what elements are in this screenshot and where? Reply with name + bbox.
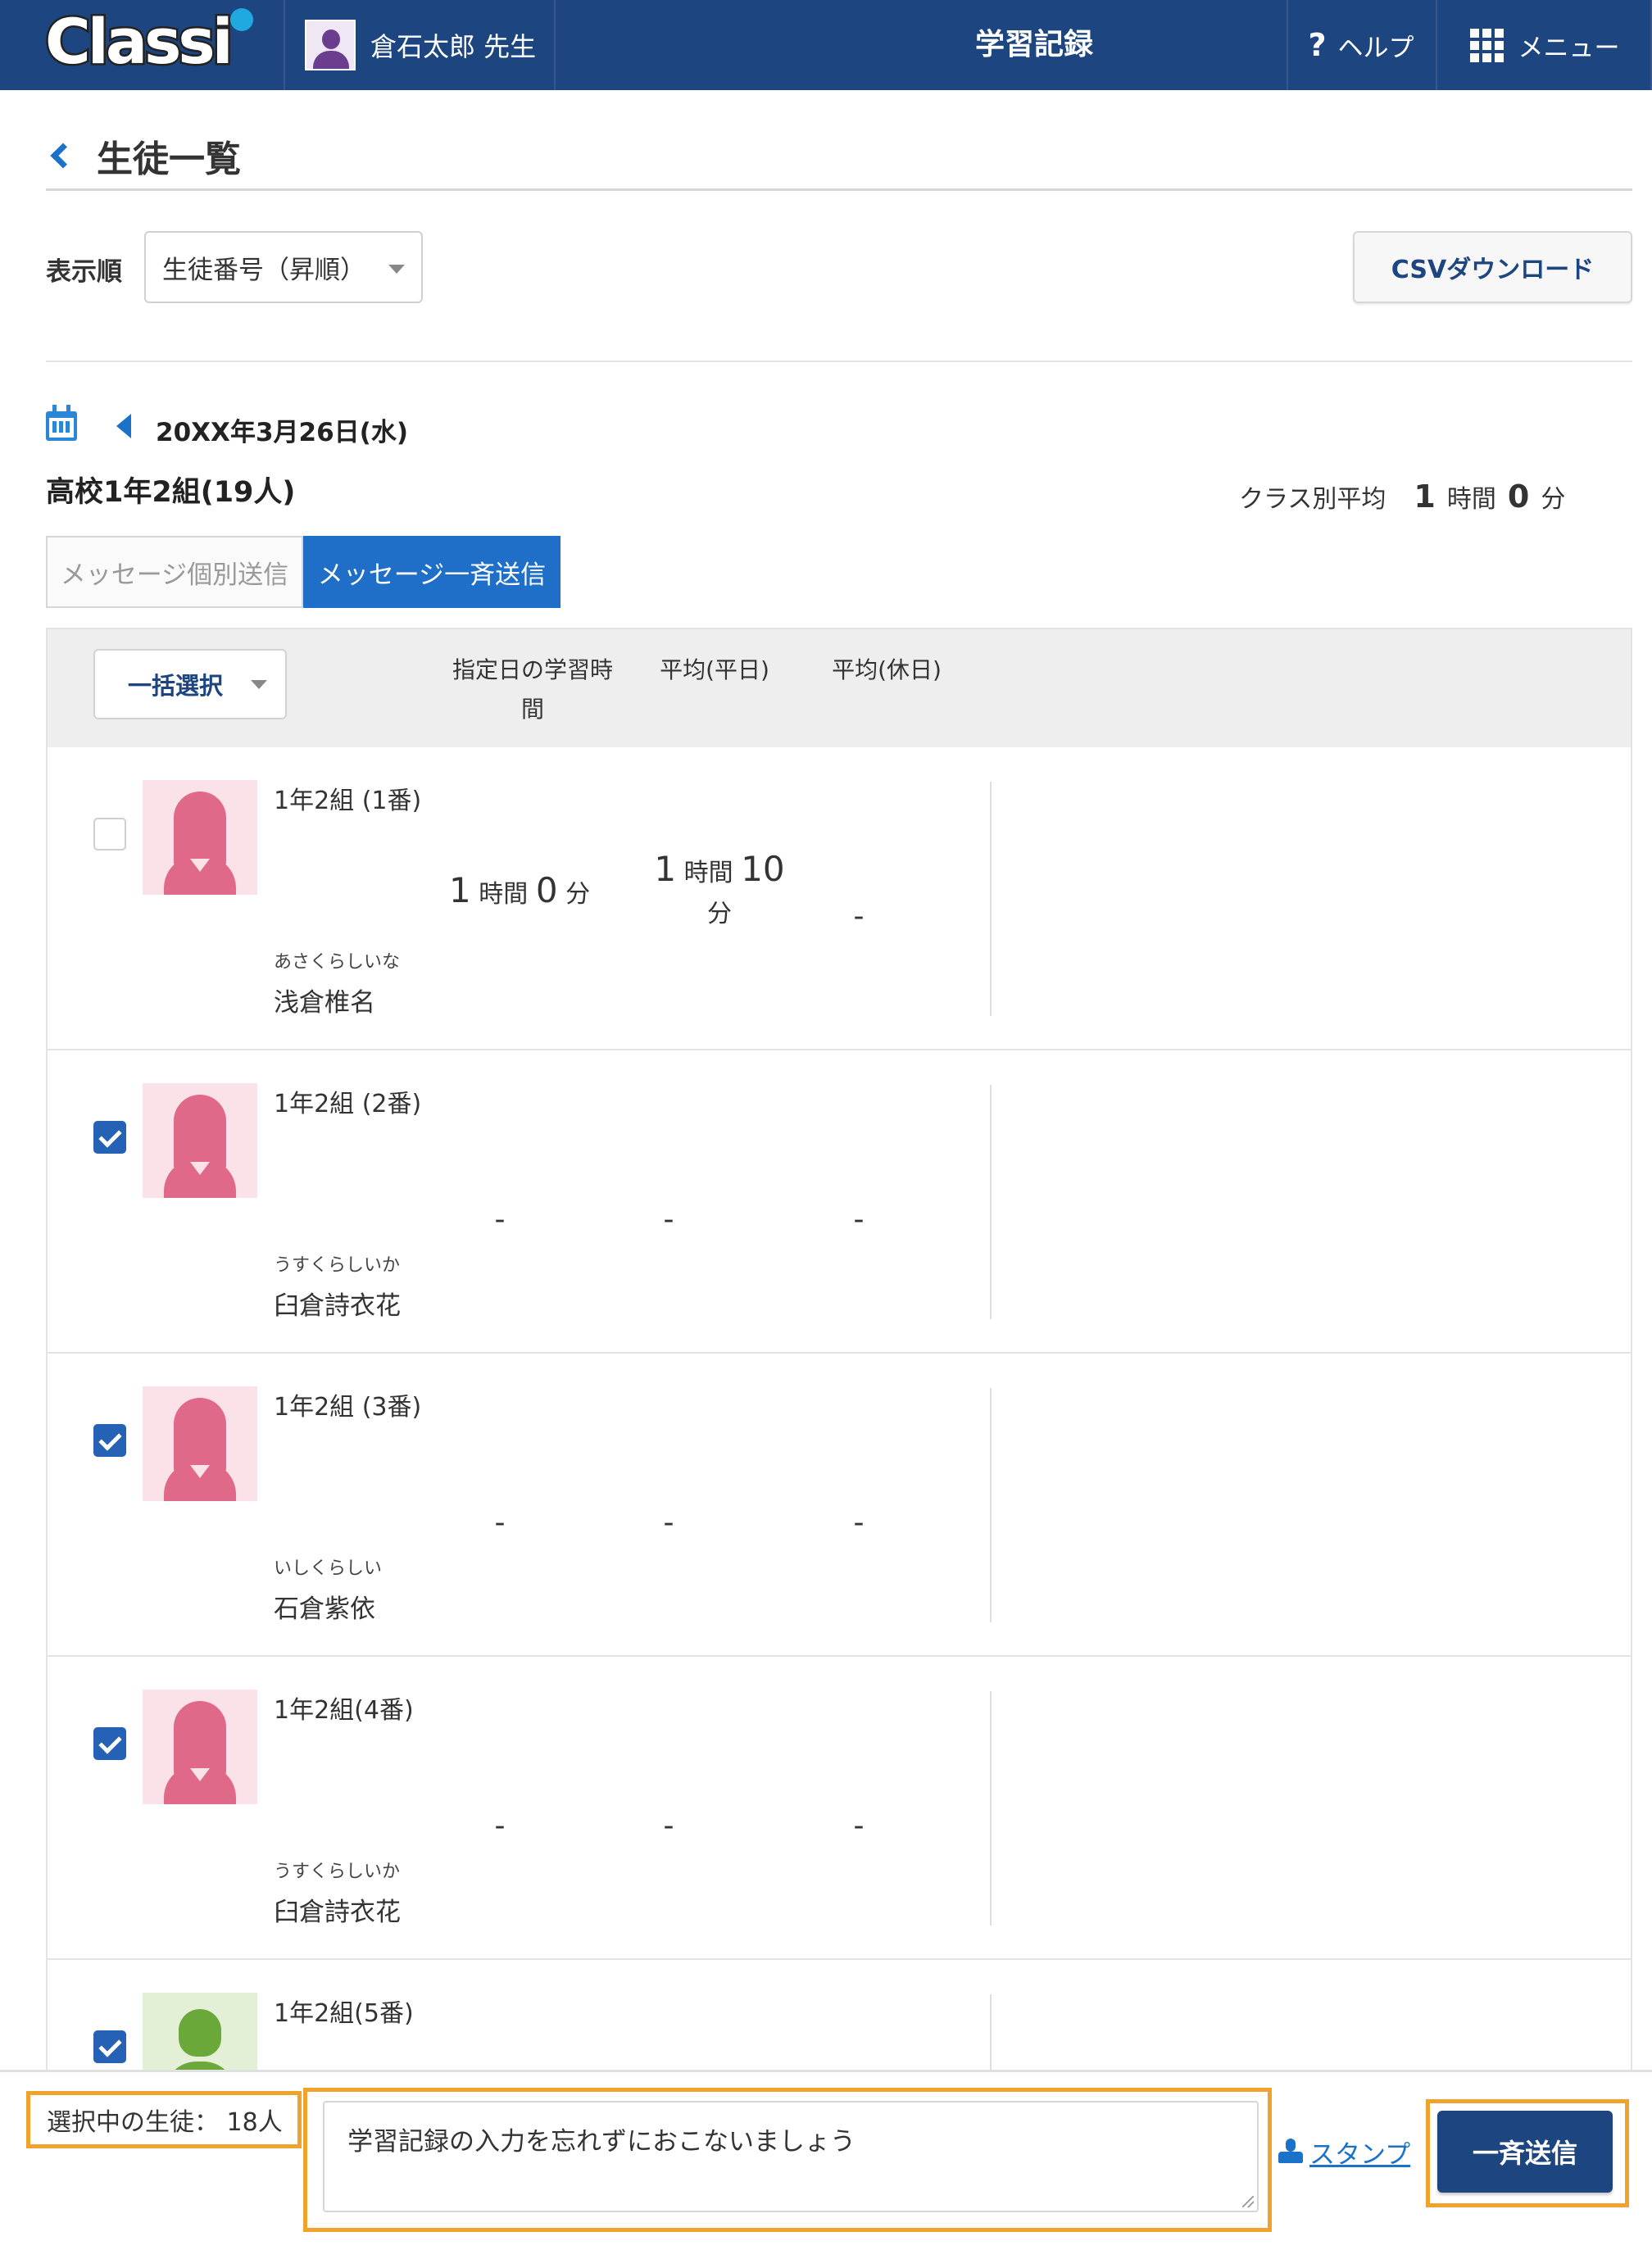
- top-header: Classi 倉石太郎 先生 学習記録 ? ヘルプ メニュー: [0, 0, 1652, 90]
- current-user[interactable]: 倉石太郎 先生: [305, 20, 536, 70]
- holiday-average-time: -: [853, 900, 865, 933]
- student-name: 浅倉椎名: [274, 988, 375, 1018]
- chevron-left-icon[interactable]: [50, 143, 76, 169]
- day-study-time: -: [494, 1809, 506, 1843]
- student-class: 1年2組 (2番): [274, 1090, 422, 1118]
- student-checkbox-checked[interactable]: [93, 1727, 126, 1760]
- table-row[interactable]: 1年2組(4番) うすくらしいか 臼倉詩衣花 - - -: [46, 1657, 1632, 1960]
- table-header: 一括選択 指定日の学習時間 平均(平日) 平均(休日): [46, 628, 1632, 749]
- student-name: 臼倉詩衣花: [274, 1898, 401, 1927]
- resize-handle-icon[interactable]: [1242, 2196, 1254, 2207]
- student-checkbox-checked[interactable]: [93, 1121, 126, 1154]
- student-kana: うすくらしいか: [274, 1255, 401, 1276]
- class-title: 高校1年2組(19人): [46, 476, 296, 509]
- grid-icon: [1469, 28, 1504, 62]
- caret-down-icon: [388, 265, 405, 274]
- student-checkbox-checked[interactable]: [93, 2030, 126, 2063]
- column-day-time: 指定日の学習時間: [452, 656, 613, 723]
- csv-download-button[interactable]: CSVダウンロード: [1353, 231, 1632, 303]
- sort-label: 表示順: [46, 257, 122, 287]
- stamp-button[interactable]: スタンプ: [1278, 2134, 1410, 2170]
- day-study-time: -: [494, 1203, 506, 1236]
- student-avatar-female: [143, 1083, 257, 1198]
- menu-button[interactable]: メニュー: [1437, 0, 1652, 90]
- weekday-average-time: -: [663, 1203, 674, 1236]
- column-weekday-average: 平均(平日): [660, 656, 769, 683]
- holiday-average-time: -: [853, 1203, 865, 1236]
- message-textarea[interactable]: 学習記録の入力を忘れずにおこないましょう: [323, 2101, 1259, 2212]
- student-checkbox[interactable]: [93, 818, 126, 850]
- day-study-time: 1 時間 0 分: [449, 870, 591, 910]
- student-kana: あさくらしいな: [274, 952, 401, 973]
- tab-individual-message[interactable]: メッセージ個別送信: [46, 536, 303, 608]
- student-class: 1年2組 (1番): [274, 787, 422, 815]
- weekday-average-time: -: [663, 1809, 674, 1843]
- holiday-average-time: -: [853, 1809, 865, 1843]
- page-title: 生徒一覧: [46, 123, 241, 188]
- caret-down-icon: [251, 680, 267, 689]
- user-avatar: [305, 20, 356, 70]
- calendar-icon[interactable]: [46, 405, 77, 441]
- selected-date: 20XX年3月26日(水): [156, 418, 408, 447]
- student-kana: うすくらしいか: [274, 1862, 401, 1882]
- table-row[interactable]: 1年2組 (2番) うすくらしいか 臼倉詩衣花 - - -: [46, 1050, 1632, 1354]
- help-button[interactable]: ? ヘルプ: [1288, 0, 1434, 90]
- student-name: 臼倉詩衣花: [274, 1291, 401, 1321]
- student-class: 1年2組(5番): [274, 1999, 414, 2028]
- student-avatar-female: [143, 1690, 257, 1804]
- weekday-average-time: 1 時間 10 分: [654, 849, 785, 928]
- title-divider: [46, 188, 1632, 191]
- student-name: 石倉紫依: [274, 1594, 375, 1624]
- section-divider: [46, 361, 1632, 362]
- holiday-average-time: -: [853, 1506, 865, 1540]
- bulk-send-button[interactable]: 一斉送信: [1437, 2111, 1613, 2193]
- weekday-average-time: -: [663, 1506, 674, 1540]
- class-average: クラス別平均 1 時間 0 分: [1239, 479, 1566, 515]
- stamp-icon: [1278, 2138, 1303, 2166]
- table-row[interactable]: 1年2組 (1番) あさくらしいな 浅倉椎名 1 時間 0 分 1 時間 10 分…: [46, 747, 1632, 1050]
- day-study-time: -: [494, 1506, 506, 1540]
- tab-bulk-message[interactable]: メッセージ一斉送信: [303, 536, 560, 608]
- bulk-select-dropdown[interactable]: 一括選択: [93, 649, 287, 719]
- sort-select[interactable]: 生徒番号（昇順）: [144, 231, 423, 303]
- student-kana: いしくらしい: [274, 1558, 383, 1579]
- user-name: 倉石太郎 先生: [370, 31, 537, 62]
- column-holiday-average: 平均(休日): [832, 656, 942, 683]
- table-row[interactable]: 1年2組 (3番) いしくらしい 石倉紫依 - - -: [46, 1354, 1632, 1657]
- previous-day-icon[interactable]: [116, 414, 131, 438]
- selected-students-count: 選択中の生徒： 18人: [26, 2091, 302, 2148]
- student-class: 1年2組 (3番): [274, 1393, 422, 1422]
- student-checkbox-checked[interactable]: [93, 1424, 126, 1457]
- student-avatar-female: [143, 1386, 257, 1501]
- question-mark-icon: ?: [1308, 27, 1327, 63]
- student-avatar-female: [143, 780, 257, 895]
- student-class: 1年2組(4番): [274, 1696, 414, 1725]
